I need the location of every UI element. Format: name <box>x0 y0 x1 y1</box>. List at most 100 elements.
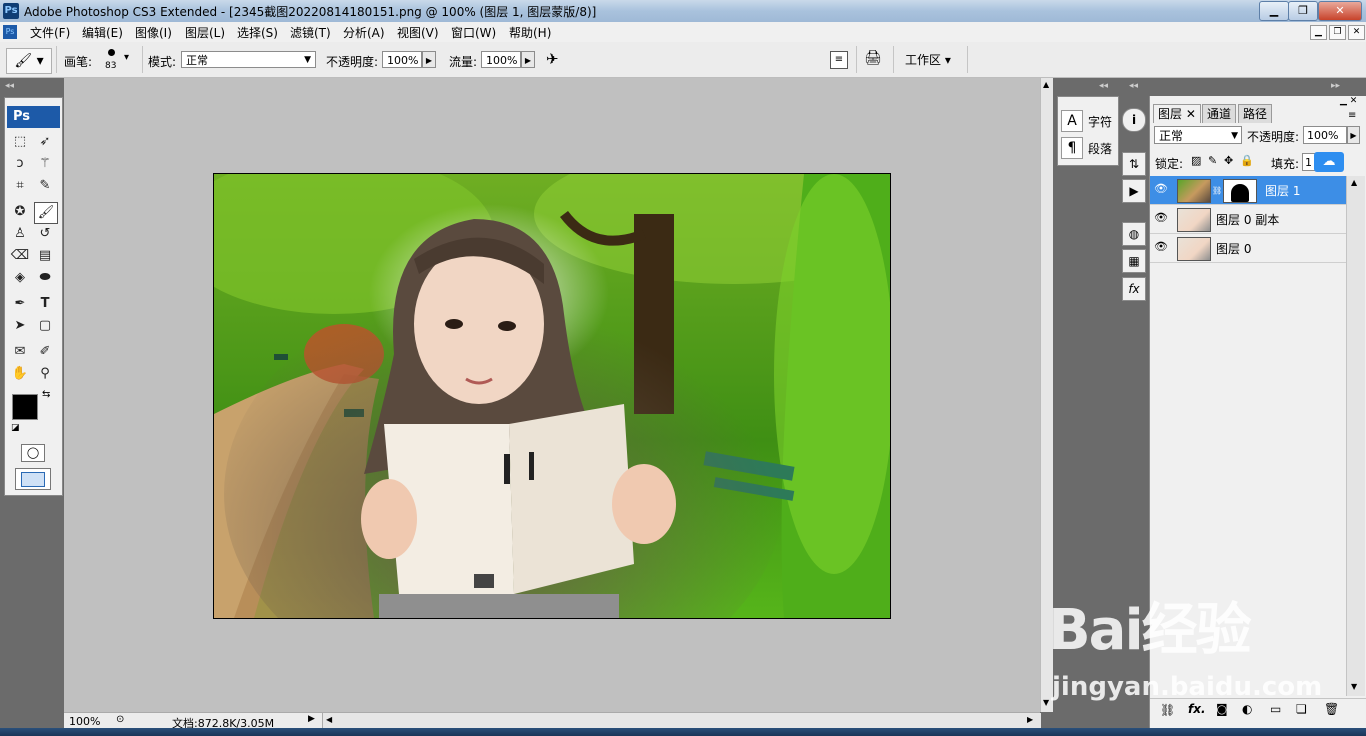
eyedropper-tool-icon[interactable]: ✐ <box>34 342 56 362</box>
adjustment-layer-icon[interactable]: ◐ <box>1242 702 1252 716</box>
fx-icon[interactable]: fx. <box>1188 702 1206 716</box>
layer-row-2[interactable]: 👁 图层 0 副本 <box>1150 205 1346 234</box>
scroll-down-icon[interactable]: ▼ <box>1351 682 1357 691</box>
dodge-tool-icon[interactable]: ⬬ <box>34 268 56 288</box>
close-button[interactable]: ✕ <box>1318 1 1362 21</box>
scroll-right-icon[interactable]: ▶ <box>1027 715 1033 724</box>
workspace-menu[interactable]: 工作区 ▾ <box>905 51 951 68</box>
info-icon[interactable]: i <box>1122 108 1146 132</box>
panel-minimize-icon[interactable]: ▁ ✕ <box>1340 96 1357 106</box>
visibility-eye-icon[interactable]: 👁 <box>1154 211 1168 225</box>
bridge-icon[interactable]: 🖨 <box>864 50 882 66</box>
swap-colors-icon[interactable]: ⇆ <box>42 389 50 400</box>
doc-icon[interactable]: Ps <box>3 25 17 39</box>
type-tool-icon[interactable]: T <box>34 294 56 314</box>
slice-tool-icon[interactable]: ✎ <box>34 176 56 196</box>
pen-tool-icon[interactable]: ✒ <box>9 294 31 314</box>
tab-channels[interactable]: 通道 <box>1202 104 1237 123</box>
minimize-button[interactable]: ▁ <box>1259 1 1289 21</box>
layer-name[interactable]: 图层 0 <box>1216 240 1251 257</box>
lock-position-icon[interactable]: ✥ <box>1224 154 1233 167</box>
menu-help[interactable]: 帮助(H) <box>509 24 551 41</box>
shape-tool-icon[interactable]: ▢ <box>34 316 56 336</box>
scroll-up-icon[interactable]: ▲ <box>1043 80 1049 89</box>
opacity-input[interactable]: 100% <box>382 51 422 68</box>
path-selection-tool-icon[interactable]: ➤ <box>9 316 31 336</box>
gradient-tool-icon[interactable]: ▤ <box>34 246 56 266</box>
color-icon[interactable]: ◍ <box>1122 222 1146 246</box>
layer-mask-thumbnail[interactable] <box>1223 179 1257 203</box>
opacity-slider-button[interactable]: ▶ <box>422 51 436 68</box>
layer-row-1[interactable]: 👁 ⛓ 图层 1 <box>1150 176 1346 205</box>
menu-image[interactable]: 图像(I) <box>135 24 172 41</box>
collapse-icon[interactable]: ◂◂ <box>5 81 14 91</box>
quick-mask-icon[interactable]: ◯ <box>21 444 45 462</box>
panel-menu-icon[interactable]: ≡ <box>1348 110 1356 121</box>
tab-paths[interactable]: 路径 <box>1238 104 1273 123</box>
mask-link-icon[interactable]: ⛓ <box>1212 186 1222 195</box>
mode-select[interactable]: 正常 ▼ <box>181 51 316 68</box>
app-icon[interactable]: Ps <box>3 3 19 19</box>
healing-brush-tool-icon[interactable]: ✪ <box>9 202 31 222</box>
blend-mode-select[interactable]: 正常 ▼ <box>1154 126 1242 144</box>
foreground-color-swatch[interactable] <box>12 394 38 420</box>
crop-tool-icon[interactable]: ⌗ <box>9 176 31 196</box>
scroll-down-icon[interactable]: ▼ <box>1043 698 1049 707</box>
eraser-tool-icon[interactable]: ⌫ <box>9 246 31 266</box>
airbrush-icon[interactable]: ✈ <box>546 50 559 68</box>
actions-icon[interactable]: ▶ <box>1122 179 1146 203</box>
maximize-button[interactable]: ❐ <box>1288 1 1318 21</box>
paragraph-icon[interactable]: ¶ <box>1061 137 1083 159</box>
delete-layer-icon[interactable]: 🗑 <box>1324 702 1339 716</box>
tab-layers[interactable]: 图层 ✕ <box>1153 104 1201 123</box>
scroll-left-icon[interactable]: ◀ <box>326 715 332 724</box>
close-icon[interactable]: ✕ <box>1186 107 1196 121</box>
status-info-icon[interactable]: ⊙ <box>116 714 124 725</box>
doc-close-button[interactable]: ✕ <box>1348 25 1365 40</box>
menu-view[interactable]: 视图(V) <box>397 24 439 41</box>
menu-filter[interactable]: 滤镜(T) <box>290 24 331 41</box>
visibility-eye-icon[interactable]: 👁 <box>1154 182 1168 196</box>
doc-minimize-button[interactable]: ▁ <box>1310 25 1327 40</box>
new-group-icon[interactable]: ▭ <box>1270 702 1281 716</box>
zoom-tool-icon[interactable]: ⚲ <box>34 364 56 384</box>
default-colors-icon[interactable]: ◪ <box>11 423 20 433</box>
hand-tool-icon[interactable]: ✋ <box>9 364 31 384</box>
lock-image-icon[interactable]: ✎ <box>1208 154 1217 167</box>
blur-tool-icon[interactable]: ◈ <box>9 268 31 288</box>
collapse-icon[interactable]: ◂◂ <box>1129 81 1138 91</box>
menu-analysis[interactable]: 分析(A) <box>343 24 385 41</box>
doc-restore-button[interactable]: ❐ <box>1329 25 1346 40</box>
character-label[interactable]: 字符 <box>1088 113 1112 130</box>
menu-edit[interactable]: 编辑(E) <box>82 24 123 41</box>
layer-row-3[interactable]: 👁 图层 0 <box>1150 234 1346 263</box>
flow-input[interactable]: 100% <box>481 51 521 68</box>
brush-tool-icon[interactable]: 🖌 <box>34 202 58 224</box>
zoom-level[interactable]: 100% <box>69 715 100 728</box>
history-icon[interactable]: ⇅ <box>1122 152 1146 176</box>
character-icon[interactable]: A <box>1061 110 1083 132</box>
cloud-sync-icon[interactable]: ☁ <box>1314 152 1344 172</box>
layer-name[interactable]: 图层 0 副本 <box>1216 211 1279 228</box>
tool-preset-picker[interactable]: 🖌 ▾ <box>6 48 52 74</box>
brush-picker[interactable]: 83 ▾ <box>100 47 136 73</box>
notes-tool-icon[interactable]: ✉ <box>9 342 31 362</box>
lasso-tool-icon[interactable]: ↄ <box>9 154 31 174</box>
flow-slider-button[interactable]: ▶ <box>521 51 535 68</box>
link-layers-icon[interactable]: ⛓ <box>1160 703 1175 717</box>
menu-window[interactable]: 窗口(W) <box>451 24 496 41</box>
scroll-up-icon[interactable]: ▲ <box>1351 178 1357 187</box>
status-menu-arrow-icon[interactable]: ▶ <box>308 714 315 724</box>
swatches-icon[interactable]: ▦ <box>1122 249 1146 273</box>
lock-all-icon[interactable]: 🔒 <box>1240 154 1254 167</box>
lock-transparency-icon[interactable]: ▨ <box>1191 154 1201 167</box>
palette-toggle-icon[interactable]: ≡ <box>830 51 848 69</box>
document-image[interactable] <box>213 173 891 619</box>
layer-opacity-slider-button[interactable]: ▶ <box>1347 126 1360 144</box>
layer-opacity-input[interactable]: 100% <box>1303 126 1347 144</box>
add-mask-icon[interactable]: ◙ <box>1216 702 1228 716</box>
layers-scrollbar[interactable]: ▲ ▼ <box>1346 176 1365 696</box>
layer-name[interactable]: 图层 1 <box>1265 182 1300 199</box>
menu-layer[interactable]: 图层(L) <box>185 24 225 41</box>
visibility-eye-icon[interactable]: 👁 <box>1154 240 1168 254</box>
